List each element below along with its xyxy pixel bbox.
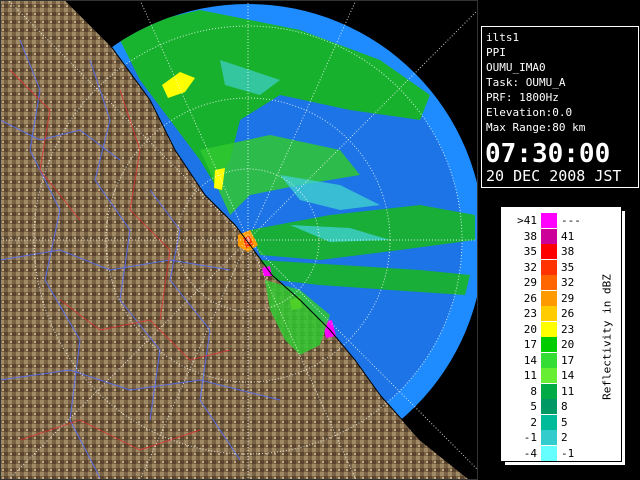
- legend-lower-bound: 14: [523, 353, 537, 367]
- legend-lower-bound: 38: [523, 229, 537, 243]
- legend-swatch: [541, 337, 557, 352]
- scan-date: 20 DEC 2008 JST: [486, 167, 622, 185]
- legend-lower-bound: 20: [523, 322, 537, 336]
- legend-lower-bound: 8: [530, 384, 537, 398]
- legend-swatch: [541, 445, 557, 461]
- legend-row: >41 ---: [501, 213, 621, 229]
- legend-lower-bound: 23: [523, 307, 537, 320]
- scan-time: 07:30:00: [485, 139, 611, 169]
- legend-lower-bound: 2: [530, 415, 537, 429]
- legend-lower-bound: 5: [530, 400, 537, 413]
- legend-swatch: [541, 321, 557, 337]
- site-code: OUMU_IMA0: [486, 61, 546, 74]
- legend-swatch: [541, 275, 557, 290]
- legend-upper-bound: 2: [561, 431, 568, 444]
- legend-swatch: [541, 228, 557, 244]
- elevation-label: Elevation:0.0: [486, 106, 573, 119]
- legend-upper-bound: 5: [561, 415, 568, 429]
- legend-upper-bound: 35: [561, 260, 575, 274]
- legend-swatch: [541, 290, 557, 306]
- legend-upper-bound: 14: [561, 369, 575, 382]
- legend-upper-bound: 26: [561, 307, 575, 320]
- legend-lower-bound: >41: [517, 214, 537, 227]
- legend-lower-bound: 32: [523, 260, 537, 274]
- legend-title-box: Reflectivity in dBZ: [597, 237, 617, 437]
- legend-lower-bound: 29: [523, 276, 537, 289]
- prf-label: PRF: 1800Hz: [486, 91, 559, 104]
- legend-upper-bound: 23: [561, 322, 575, 336]
- max-range-label: Max Range:80 km: [486, 121, 586, 134]
- legend-lower-bound: 26: [523, 291, 537, 305]
- legend-lower-bound: -1: [523, 431, 537, 444]
- station-name: ilts1: [486, 31, 520, 44]
- legend-upper-bound: 41: [561, 229, 575, 243]
- legend-upper-bound: 38: [561, 245, 575, 258]
- legend-swatch: [541, 430, 557, 445]
- radar-ppi-map: [0, 0, 478, 480]
- scan-type: PPI: [486, 46, 506, 59]
- legend-row: -4 -1: [501, 445, 621, 462]
- legend-swatch: [541, 306, 557, 321]
- legend-lower-bound: 35: [523, 245, 537, 258]
- legend-upper-bound: -1: [561, 446, 575, 460]
- legend-upper-bound: 29: [561, 291, 575, 305]
- legend-swatch: [541, 414, 557, 430]
- reflectivity-legend: >41 --- 38 41 35 38 32 35 29 32 26 29 23 26 20 23 17 20 14…: [500, 206, 622, 462]
- legend-lower-bound: 11: [523, 369, 537, 382]
- legend-upper-bound: 20: [561, 338, 575, 351]
- legend-upper-bound: 17: [561, 353, 575, 367]
- legend-lower-bound: -4: [523, 446, 537, 460]
- legend-upper-bound: 11: [561, 384, 575, 398]
- legend-title: Reflectivity in dBZ: [600, 274, 614, 400]
- legend-swatch: [541, 352, 557, 368]
- legend-lower-bound: 17: [523, 338, 537, 351]
- legend-upper-bound: ---: [561, 214, 581, 227]
- legend-swatch: [541, 368, 557, 383]
- legend-swatch: [541, 213, 557, 228]
- scan-info-panel: ilts1 PPI OUMU_IMA0 Task: OUMU_A PRF: 18…: [481, 26, 639, 188]
- legend-swatch: [541, 244, 557, 259]
- task-label: Task: OUMU_A: [486, 76, 566, 89]
- legend-swatch: [541, 383, 557, 399]
- legend-upper-bound: 32: [561, 276, 575, 289]
- legend-upper-bound: 8: [561, 400, 568, 413]
- legend-swatch: [541, 399, 557, 414]
- legend-swatch: [541, 259, 557, 275]
